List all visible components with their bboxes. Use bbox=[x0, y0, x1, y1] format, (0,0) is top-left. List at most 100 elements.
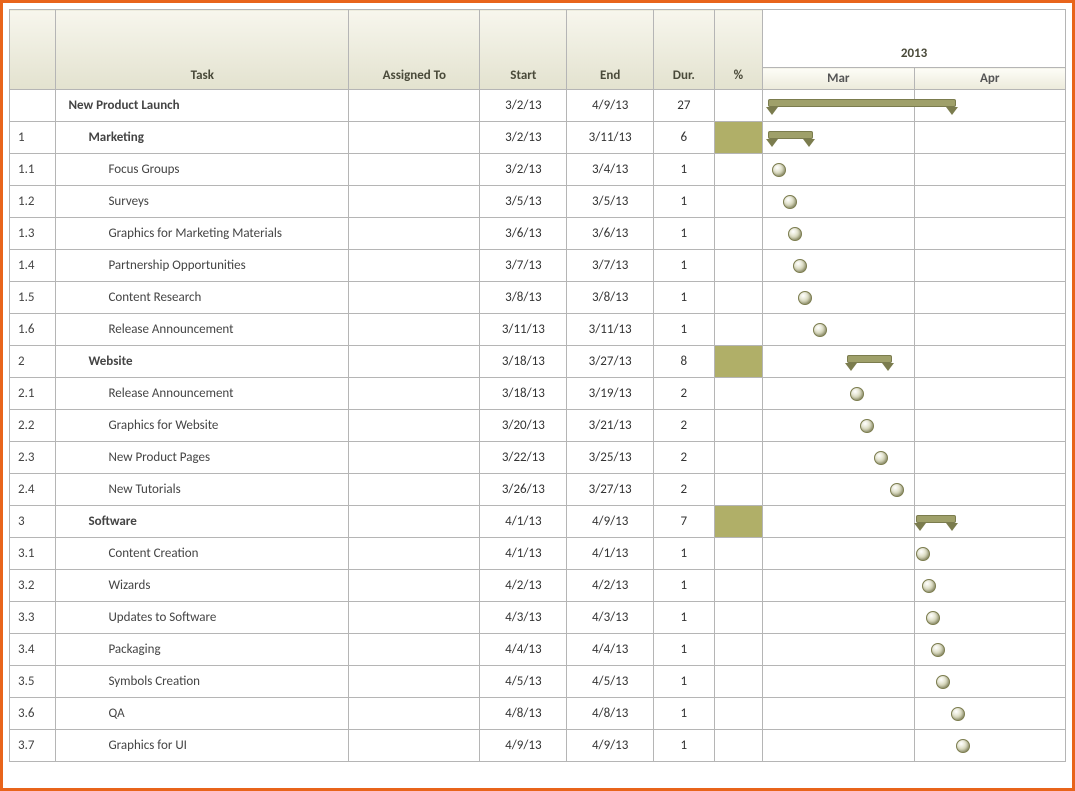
cell-percent[interactable] bbox=[714, 314, 762, 346]
table-row[interactable]: 3Software4/1/134/9/137 bbox=[10, 506, 1066, 538]
cell-assigned[interactable] bbox=[349, 218, 480, 250]
table-row[interactable]: 3.1Content Creation4/1/134/1/131 bbox=[10, 538, 1066, 570]
cell-end[interactable]: 3/11/13 bbox=[567, 122, 654, 154]
cell-gantt[interactable] bbox=[763, 730, 1066, 762]
cell-end[interactable]: 4/9/13 bbox=[567, 730, 654, 762]
col-header-dur[interactable]: Dur. bbox=[654, 10, 715, 90]
cell-duration[interactable]: 1 bbox=[654, 186, 715, 218]
cell-assigned[interactable] bbox=[349, 90, 480, 122]
cell-end[interactable]: 3/5/13 bbox=[567, 186, 654, 218]
cell-id[interactable]: 1.3 bbox=[10, 218, 56, 250]
cell-end[interactable]: 4/2/13 bbox=[567, 570, 654, 602]
cell-duration[interactable]: 1 bbox=[654, 666, 715, 698]
cell-duration[interactable]: 1 bbox=[654, 538, 715, 570]
cell-percent[interactable] bbox=[714, 666, 762, 698]
cell-assigned[interactable] bbox=[349, 410, 480, 442]
cell-gantt[interactable] bbox=[763, 506, 1066, 538]
cell-id[interactable]: 3.6 bbox=[10, 698, 56, 730]
cell-gantt[interactable] bbox=[763, 378, 1066, 410]
cell-task[interactable]: Graphics for UI bbox=[56, 730, 349, 762]
cell-id[interactable]: 3.4 bbox=[10, 634, 56, 666]
cell-duration[interactable]: 1 bbox=[654, 218, 715, 250]
cell-id[interactable]: 1.5 bbox=[10, 282, 56, 314]
table-row[interactable]: 2Website3/18/133/27/138 bbox=[10, 346, 1066, 378]
cell-start[interactable]: 4/9/13 bbox=[480, 730, 567, 762]
cell-assigned[interactable] bbox=[349, 346, 480, 378]
table-row[interactable]: 2.2Graphics for Website3/20/133/21/132 bbox=[10, 410, 1066, 442]
cell-id[interactable]: 1.6 bbox=[10, 314, 56, 346]
cell-start[interactable]: 3/20/13 bbox=[480, 410, 567, 442]
cell-task[interactable]: Packaging bbox=[56, 634, 349, 666]
cell-end[interactable]: 4/9/13 bbox=[567, 506, 654, 538]
table-row[interactable]: 3.4Packaging4/4/134/4/131 bbox=[10, 634, 1066, 666]
cell-end[interactable]: 3/25/13 bbox=[567, 442, 654, 474]
cell-end[interactable]: 4/1/13 bbox=[567, 538, 654, 570]
cell-start[interactable]: 4/8/13 bbox=[480, 698, 567, 730]
table-row[interactable]: 1.3Graphics for Marketing Materials 3/6/1… bbox=[10, 218, 1066, 250]
cell-gantt[interactable] bbox=[763, 698, 1066, 730]
cell-end[interactable]: 3/27/13 bbox=[567, 474, 654, 506]
cell-task[interactable]: New Product Pages bbox=[56, 442, 349, 474]
cell-duration[interactable]: 1 bbox=[654, 250, 715, 282]
cell-start[interactable]: 3/2/13 bbox=[480, 90, 567, 122]
cell-assigned[interactable] bbox=[349, 314, 480, 346]
cell-id[interactable]: 2 bbox=[10, 346, 56, 378]
cell-percent[interactable] bbox=[714, 602, 762, 634]
cell-percent[interactable] bbox=[714, 250, 762, 282]
cell-id[interactable]: 3.5 bbox=[10, 666, 56, 698]
table-row[interactable]: 3.3Updates to Software4/3/134/3/131 bbox=[10, 602, 1066, 634]
summary-bar-icon[interactable] bbox=[768, 99, 956, 107]
cell-id[interactable]: 1.1 bbox=[10, 154, 56, 186]
cell-percent[interactable] bbox=[714, 410, 762, 442]
task-dot-icon[interactable] bbox=[783, 195, 797, 209]
cell-end[interactable]: 3/11/13 bbox=[567, 314, 654, 346]
task-dot-icon[interactable] bbox=[788, 227, 802, 241]
cell-percent[interactable] bbox=[714, 154, 762, 186]
table-row[interactable]: 3.7Graphics for UI4/9/134/9/131 bbox=[10, 730, 1066, 762]
cell-duration[interactable]: 1 bbox=[654, 154, 715, 186]
cell-gantt[interactable] bbox=[763, 282, 1066, 314]
cell-end[interactable]: 4/3/13 bbox=[567, 602, 654, 634]
cell-task[interactable]: Symbols Creation bbox=[56, 666, 349, 698]
cell-assigned[interactable] bbox=[349, 250, 480, 282]
cell-start[interactable]: 3/6/13 bbox=[480, 218, 567, 250]
table-row[interactable]: New Product Launch3/2/134/9/1327 bbox=[10, 90, 1066, 122]
cell-duration[interactable]: 6 bbox=[654, 122, 715, 154]
cell-start[interactable]: 4/1/13 bbox=[480, 506, 567, 538]
table-row[interactable]: 3.6QA4/8/134/8/131 bbox=[10, 698, 1066, 730]
cell-task[interactable]: New Tutorials bbox=[56, 474, 349, 506]
table-row[interactable]: 3.2Wizards4/2/134/2/131 bbox=[10, 570, 1066, 602]
task-dot-icon[interactable] bbox=[936, 675, 950, 689]
table-row[interactable]: 1.1Focus Groups3/2/133/4/131 bbox=[10, 154, 1066, 186]
cell-gantt[interactable] bbox=[763, 634, 1066, 666]
cell-end[interactable]: 4/8/13 bbox=[567, 698, 654, 730]
cell-assigned[interactable] bbox=[349, 634, 480, 666]
cell-end[interactable]: 3/27/13 bbox=[567, 346, 654, 378]
cell-start[interactable]: 4/5/13 bbox=[480, 666, 567, 698]
task-dot-icon[interactable] bbox=[916, 547, 930, 561]
cell-start[interactable]: 3/5/13 bbox=[480, 186, 567, 218]
cell-end[interactable]: 3/21/13 bbox=[567, 410, 654, 442]
cell-task[interactable]: Graphics for Marketing Materials bbox=[56, 218, 349, 250]
table-row[interactable]: 1.5Content Research3/8/133/8/131 bbox=[10, 282, 1066, 314]
table-row[interactable]: 2.4New Tutorials3/26/133/27/132 bbox=[10, 474, 1066, 506]
cell-id[interactable]: 1.2 bbox=[10, 186, 56, 218]
cell-end[interactable]: 3/8/13 bbox=[567, 282, 654, 314]
cell-duration[interactable]: 7 bbox=[654, 506, 715, 538]
cell-duration[interactable]: 1 bbox=[654, 570, 715, 602]
cell-gantt[interactable] bbox=[763, 346, 1066, 378]
cell-assigned[interactable] bbox=[349, 186, 480, 218]
table-row[interactable]: 2.3New Product Pages3/22/133/25/132 bbox=[10, 442, 1066, 474]
cell-id[interactable]: 3.3 bbox=[10, 602, 56, 634]
cell-percent[interactable] bbox=[714, 90, 762, 122]
cell-id[interactable]: 2.3 bbox=[10, 442, 56, 474]
cell-gantt[interactable] bbox=[763, 538, 1066, 570]
cell-start[interactable]: 3/11/13 bbox=[480, 314, 567, 346]
table-row[interactable]: 3.5Symbols Creation4/5/134/5/131 bbox=[10, 666, 1066, 698]
cell-task[interactable]: QA bbox=[56, 698, 349, 730]
cell-gantt[interactable] bbox=[763, 570, 1066, 602]
cell-duration[interactable]: 2 bbox=[654, 378, 715, 410]
cell-duration[interactable]: 2 bbox=[654, 474, 715, 506]
cell-start[interactable]: 3/26/13 bbox=[480, 474, 567, 506]
cell-end[interactable]: 3/19/13 bbox=[567, 378, 654, 410]
